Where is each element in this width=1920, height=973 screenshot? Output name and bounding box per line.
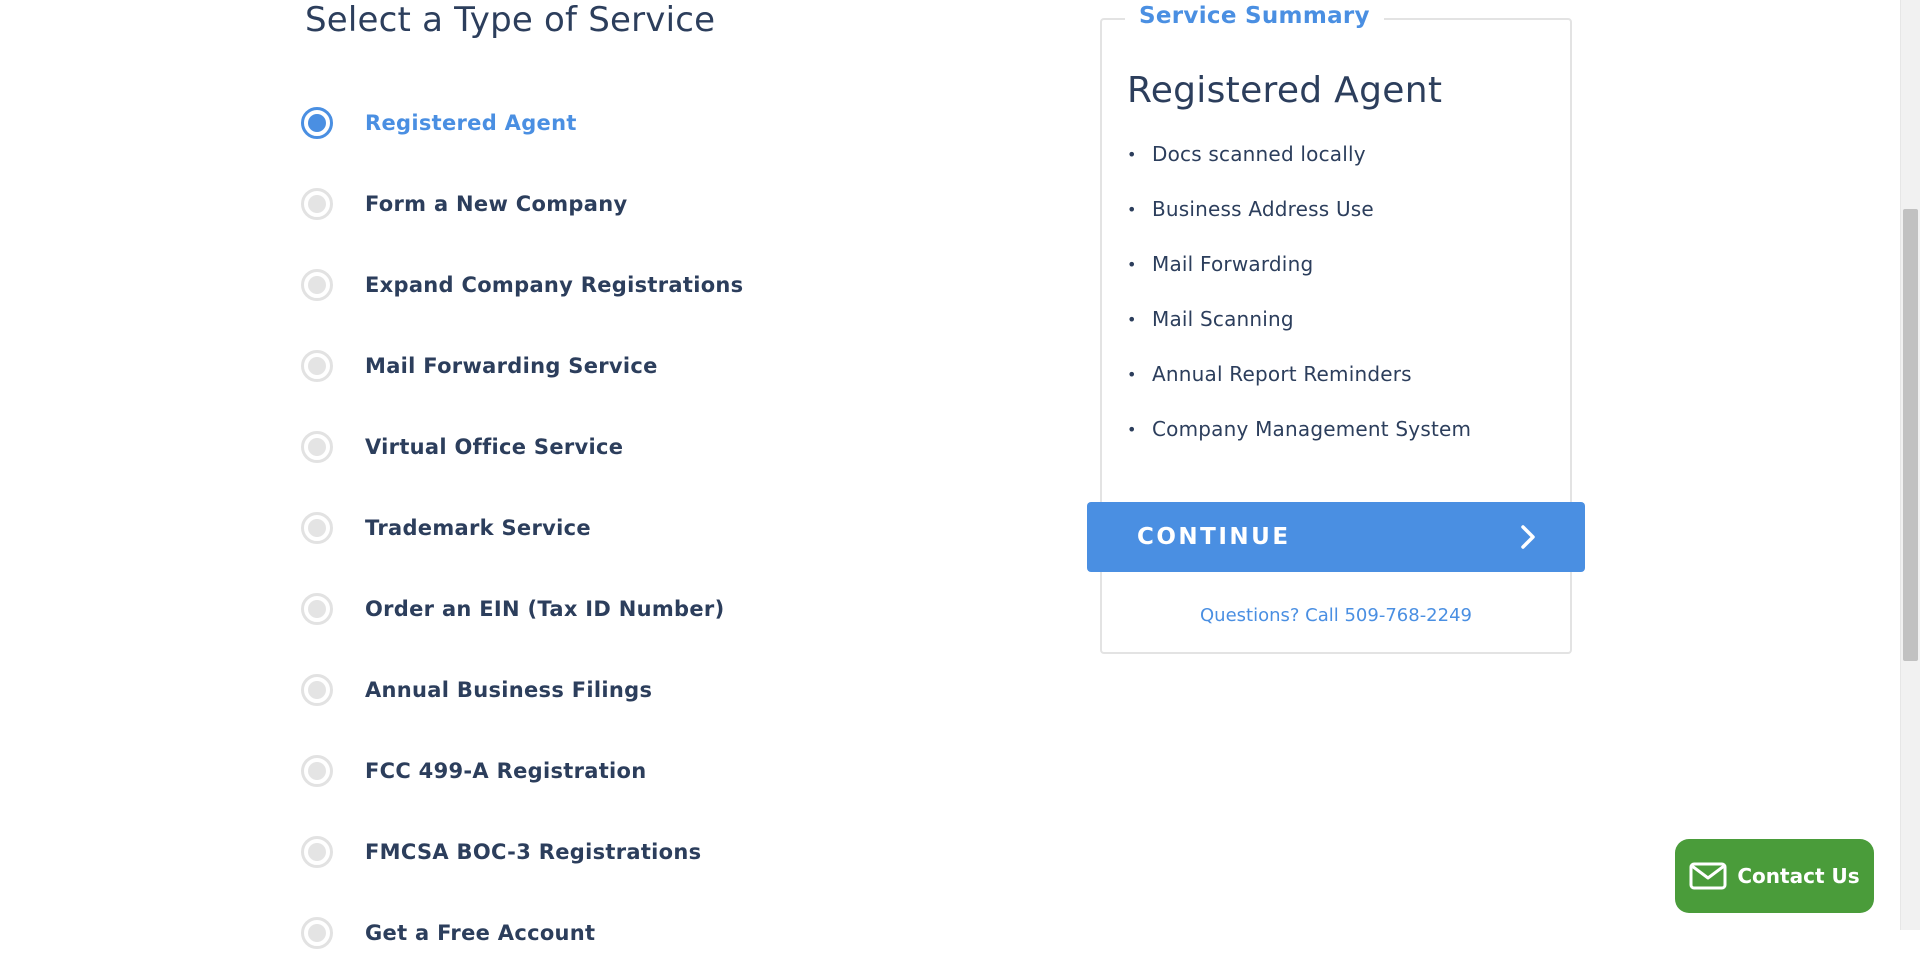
service-type-list: Registered Agent Form a New Company Expa… <box>301 82 743 973</box>
summary-feature-list: • Docs scanned locally • Business Address … <box>1127 142 1471 472</box>
radio-button-icon[interactable] <box>301 268 333 301</box>
feature-item-label: Mail Forwarding <box>1152 252 1314 276</box>
radio-button-icon[interactable] <box>301 430 333 463</box>
feature-item-label: Annual Report Reminders <box>1152 362 1412 386</box>
envelope-icon <box>1689 862 1727 890</box>
service-option-label: Form a New Company <box>365 191 628 216</box>
bullet-icon: • <box>1127 145 1137 164</box>
radio-button-icon[interactable] <box>301 592 333 625</box>
service-option-form-company[interactable]: Form a New Company <box>301 163 743 244</box>
radio-button-icon[interactable] <box>301 835 333 868</box>
feature-item: • Docs scanned locally <box>1127 142 1471 197</box>
feature-item-label: Docs scanned locally <box>1152 142 1366 166</box>
feature-item: • Mail Scanning <box>1127 307 1471 362</box>
service-option-label: Get a Free Account <box>365 920 596 945</box>
radio-button-icon[interactable] <box>301 511 333 544</box>
service-option-ein[interactable]: Order an EIN (Tax ID Number) <box>301 568 743 649</box>
service-option-label: FCC 499-A Registration <box>365 758 647 783</box>
scrollbar-thumb[interactable] <box>1903 209 1918 661</box>
service-option-registered-agent[interactable]: Registered Agent <box>301 82 743 163</box>
phone-call-link[interactable]: Questions? Call 509-768-2249 <box>1100 605 1572 626</box>
feature-item-label: Business Address Use <box>1152 197 1374 221</box>
service-option-mail-forwarding[interactable]: Mail Forwarding Service <box>301 325 743 406</box>
service-option-label: Virtual Office Service <box>365 434 624 459</box>
service-option-label: FMCSA BOC-3 Registrations <box>365 839 702 864</box>
bullet-icon: • <box>1127 420 1137 439</box>
bullet-icon: • <box>1127 310 1137 329</box>
radio-button-icon[interactable] <box>301 754 333 787</box>
service-option-label: Order an EIN (Tax ID Number) <box>365 596 725 621</box>
continue-button[interactable]: CONTINUE <box>1087 502 1585 572</box>
summary-heading: Registered Agent <box>1127 70 1443 111</box>
radio-button-icon[interactable] <box>301 106 333 139</box>
service-summary-legend: Service Summary <box>1125 3 1384 29</box>
radio-button-icon[interactable] <box>301 916 333 949</box>
contact-us-button[interactable]: Contact Us <box>1675 839 1874 913</box>
service-option-free-account[interactable]: Get a Free Account <box>301 892 743 973</box>
feature-item-label: Mail Scanning <box>1152 307 1294 331</box>
service-option-label: Registered Agent <box>365 110 577 135</box>
feature-item: • Mail Forwarding <box>1127 252 1471 307</box>
service-option-fmcsa-boc3[interactable]: FMCSA BOC-3 Registrations <box>301 811 743 892</box>
radio-button-icon[interactable] <box>301 673 333 706</box>
feature-item: • Business Address Use <box>1127 197 1471 252</box>
service-option-label: Trademark Service <box>365 515 591 540</box>
bullet-icon: • <box>1127 255 1137 274</box>
service-option-expand-registrations[interactable]: Expand Company Registrations <box>301 244 743 325</box>
continue-button-label: CONTINUE <box>1137 524 1291 550</box>
bullet-icon: • <box>1127 200 1137 219</box>
radio-button-icon[interactable] <box>301 187 333 220</box>
page-title: Select a Type of Service <box>305 0 716 40</box>
page-scrollbar[interactable] <box>1900 0 1920 930</box>
service-option-virtual-office[interactable]: Virtual Office Service <box>301 406 743 487</box>
service-option-annual-filings[interactable]: Annual Business Filings <box>301 649 743 730</box>
contact-us-label: Contact Us <box>1737 864 1860 888</box>
service-option-trademark[interactable]: Trademark Service <box>301 487 743 568</box>
feature-item: • Annual Report Reminders <box>1127 362 1471 417</box>
service-option-label: Mail Forwarding Service <box>365 353 658 378</box>
feature-item: • Company Management System <box>1127 417 1471 472</box>
service-option-label: Annual Business Filings <box>365 677 653 702</box>
service-option-fcc-499a[interactable]: FCC 499-A Registration <box>301 730 743 811</box>
chevron-right-icon <box>1521 525 1535 549</box>
feature-item-label: Company Management System <box>1152 417 1472 441</box>
service-option-label: Expand Company Registrations <box>365 272 744 297</box>
bullet-icon: • <box>1127 365 1137 384</box>
radio-button-icon[interactable] <box>301 349 333 382</box>
